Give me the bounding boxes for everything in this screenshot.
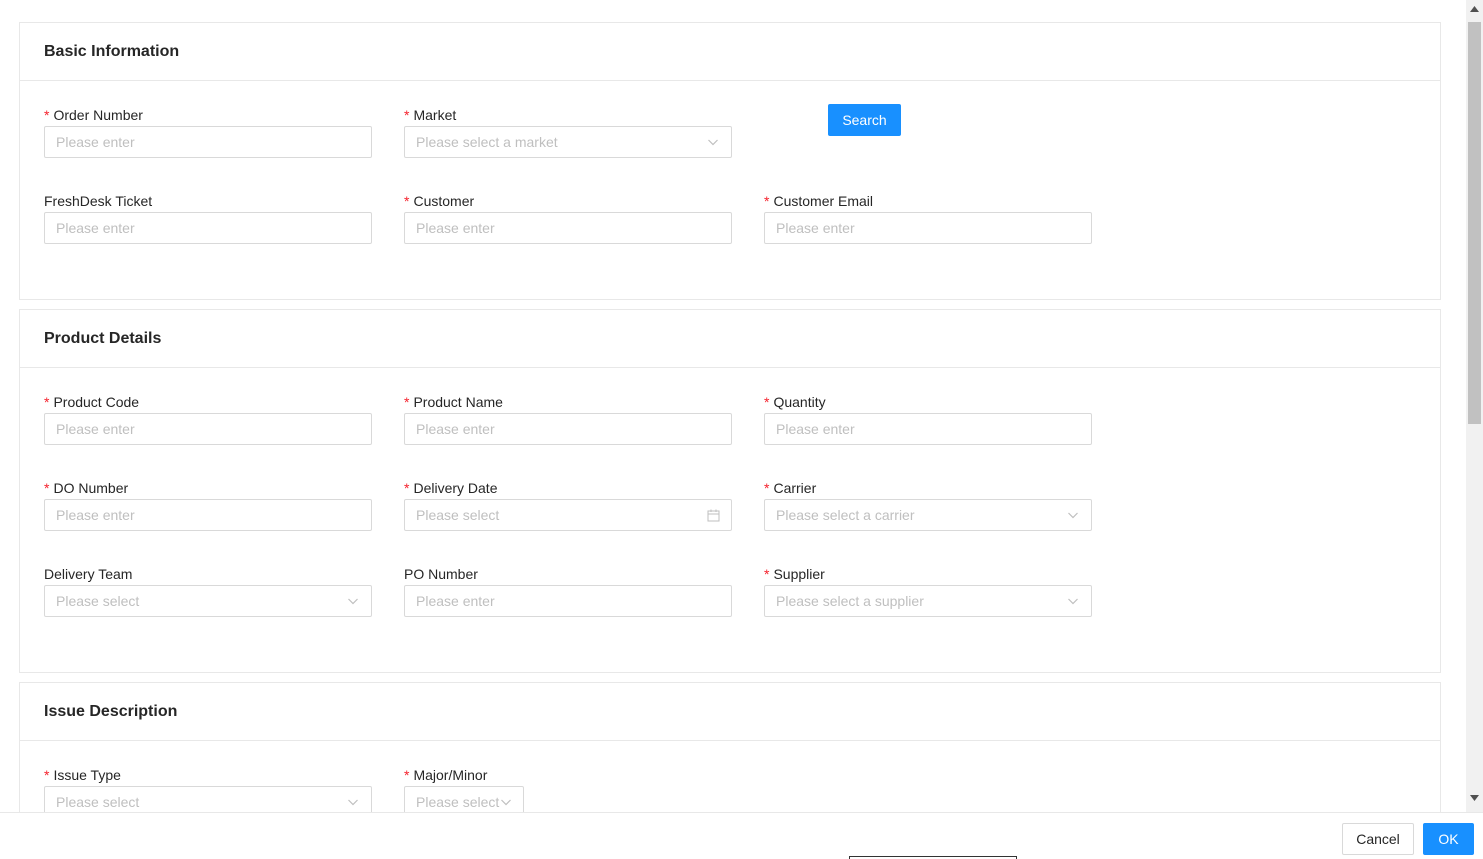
market-label: * Market [404, 107, 457, 123]
required-mark: * [764, 193, 770, 209]
issue-description-card: Issue Description * Issue Type Please sel… [19, 682, 1441, 812]
vertical-scrollbar[interactable] [1466, 0, 1483, 812]
po-number-label: PO Number [404, 566, 478, 582]
freshdesk-ticket-input[interactable]: Please enter [44, 212, 372, 244]
scroll-up-icon[interactable] [1466, 0, 1483, 17]
issue-type-label: * Issue Type [44, 767, 121, 783]
do-number-input[interactable]: Please enter [44, 499, 372, 531]
customer-email-label: * Customer Email [764, 193, 874, 209]
market-select[interactable]: Please select a market [404, 126, 732, 158]
po-number-input[interactable]: Please enter [404, 585, 732, 617]
product-name-input[interactable]: Please enter [404, 413, 732, 445]
delivery-team-label: Delivery Team [44, 566, 133, 582]
chevron-down-icon [1066, 508, 1080, 522]
required-mark: * [764, 566, 770, 582]
chevron-down-icon [706, 135, 720, 149]
chevron-down-icon [346, 795, 360, 809]
carrier-select[interactable]: Please select a carrier [764, 499, 1092, 531]
basic-information-card: Basic Information * Order Number Please e… [19, 22, 1441, 300]
chevron-down-icon [346, 594, 360, 608]
customer-label: * Customer [404, 193, 475, 209]
issue-description-title: Issue Description [20, 683, 1440, 741]
chevron-down-icon [1066, 594, 1080, 608]
scrollbar-thumb[interactable] [1468, 22, 1481, 424]
chevron-down-icon [499, 795, 512, 809]
ok-button[interactable]: OK [1423, 823, 1474, 855]
required-mark: * [44, 480, 50, 496]
required-mark: * [44, 767, 50, 783]
delivery-date-label: * Delivery Date [404, 480, 498, 496]
search-button[interactable]: Search [828, 104, 901, 136]
product-name-label: * Product Name [404, 394, 503, 410]
quantity-input[interactable]: Please enter [764, 413, 1092, 445]
issue-type-select[interactable]: Please select [44, 786, 372, 812]
supplier-select[interactable]: Please select a supplier [764, 585, 1092, 617]
customer-email-input[interactable]: Please enter [764, 212, 1092, 244]
required-mark: * [764, 394, 770, 410]
product-code-label: * Product Code [44, 394, 140, 410]
delivery-date-picker[interactable]: Please select [404, 499, 732, 531]
product-details-card: Product Details * Product Code Please ent… [19, 309, 1441, 673]
basic-information-title: Basic Information [20, 23, 1440, 81]
required-mark: * [404, 107, 410, 123]
required-mark: * [764, 480, 770, 496]
required-mark: * [404, 767, 410, 783]
freshdesk-ticket-label: FreshDesk Ticket [44, 193, 153, 209]
required-mark: * [404, 394, 410, 410]
customer-input[interactable]: Please enter [404, 212, 732, 244]
required-mark: * [404, 193, 410, 209]
required-mark: * [44, 394, 50, 410]
order-number-input[interactable]: Please enter [44, 126, 372, 158]
cancel-button[interactable]: Cancel [1342, 823, 1414, 855]
modal-footer: Cancel OK [0, 812, 1483, 859]
quantity-label: * Quantity [764, 394, 826, 410]
major-minor-select[interactable]: Please select [404, 786, 524, 812]
required-mark: * [404, 480, 410, 496]
product-code-input[interactable]: Please enter [44, 413, 372, 445]
major-minor-label: * Major/Minor [404, 767, 488, 783]
carrier-label: * Carrier [764, 480, 817, 496]
supplier-label: * Supplier [764, 566, 825, 582]
scroll-down-icon[interactable] [1466, 789, 1483, 806]
product-details-title: Product Details [20, 310, 1440, 368]
do-number-label: * DO Number [44, 480, 129, 496]
delivery-team-select[interactable]: Please select [44, 585, 372, 617]
order-number-label: * Order Number [44, 107, 143, 123]
form-scroll-area: Basic Information * Order Number Please e… [0, 0, 1466, 812]
calendar-icon [706, 508, 720, 522]
required-mark: * [44, 107, 50, 123]
